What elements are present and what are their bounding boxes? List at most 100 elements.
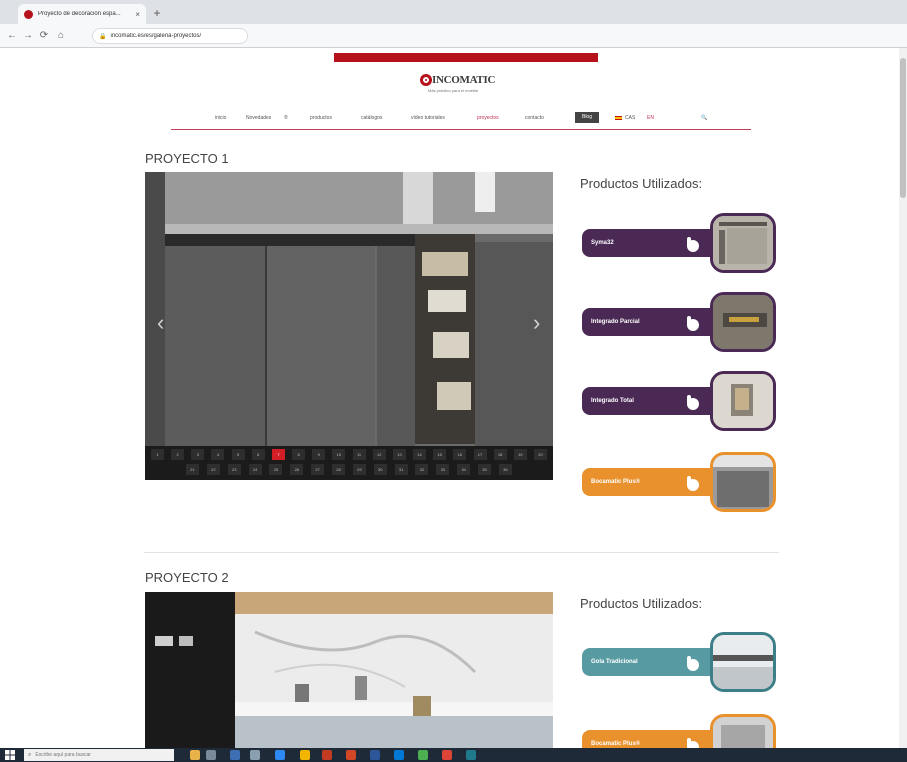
nav-novedades-badge: ®	[284, 115, 288, 121]
nav-blog-button[interactable]: Blog	[575, 112, 599, 123]
slider-thumbnail[interactable]: 31	[394, 464, 408, 475]
nav-language-cas-label: CAS	[625, 115, 636, 121]
slider-thumbnail[interactable]: 17	[473, 449, 487, 460]
slider-thumbnail[interactable]: 35	[478, 464, 492, 475]
taskbar-app-icon[interactable]	[346, 750, 356, 760]
project-1-title: PROYECTO 1	[145, 151, 229, 166]
slider-thumbnail[interactable]: 34	[457, 464, 471, 475]
pointer-hand-icon	[687, 395, 699, 410]
slider-thumbnail[interactable]: 5	[231, 449, 245, 460]
logo-ring-icon	[420, 74, 432, 86]
project-1-slider[interactable]: ‹ › 1 2 3 4 5 6 7 8 9 10 11 12 13 14 15 16 17 18 19 20 21 22…	[145, 172, 553, 480]
taskbar-app-icon[interactable]	[206, 750, 216, 760]
taskbar-app-icon[interactable]	[466, 750, 476, 760]
new-tab-button[interactable]: +	[150, 6, 164, 20]
word-icon[interactable]	[370, 750, 380, 760]
nav-catalogos[interactable]: catálogos	[361, 115, 382, 121]
slider-thumbnail[interactable]: 26	[290, 464, 304, 475]
slider-thumbnail[interactable]: 12	[372, 449, 386, 460]
back-arrow-icon[interactable]: ←	[6, 29, 18, 43]
taskbar-search-input[interactable]	[35, 752, 156, 758]
slider-thumbnail[interactable]: 21	[186, 464, 199, 475]
scrollbar-thumb[interactable]	[900, 58, 906, 198]
home-icon[interactable]: ⌂	[55, 29, 67, 43]
taskbar-app-icon[interactable]	[190, 750, 200, 760]
slider-thumbnail[interactable]: 3	[191, 449, 205, 460]
slider-thumbnail[interactable]: 6	[251, 449, 265, 460]
slider-thumbnail[interactable]: 25	[269, 464, 283, 475]
logo-tagline: Más práctico para el mueble	[428, 88, 479, 93]
thumbnail-row-2: 21 22 23 24 25 26 27 28 29 30 31 32 33 34 35 36	[151, 464, 547, 476]
slider-thumbnail[interactable]: 4	[211, 449, 225, 460]
main-navigation: inicio Novedades ® productos catálogos v…	[171, 110, 751, 130]
flag-es-icon	[615, 115, 622, 120]
favicon-icon	[24, 9, 33, 19]
nav-language-cas[interactable]: CAS	[615, 115, 635, 121]
pointer-hand-icon	[687, 476, 699, 491]
slider-thumbnail[interactable]: 8	[292, 449, 306, 460]
browser-tab[interactable]: Proyecto de decoración espa... ×	[18, 4, 146, 24]
search-icon[interactable]: 🔍	[701, 115, 707, 121]
slider-thumbnail[interactable]: 24	[248, 464, 262, 475]
project-2-products-heading: Productos Utilizados:	[580, 596, 703, 611]
slider-thumbnail[interactable]: 18	[493, 449, 507, 460]
slider-next-icon[interactable]: ›	[533, 310, 540, 336]
reload-icon[interactable]: ⟳	[38, 29, 50, 43]
forward-arrow-icon[interactable]: →	[22, 29, 34, 43]
taskbar-app-icon[interactable]	[230, 750, 240, 760]
nav-video-tutoriales[interactable]: vídeo tutoriales	[411, 115, 445, 121]
page-scrollbar[interactable]	[899, 48, 907, 748]
site-logo[interactable]: INCOMATIC Más práctico para el mueble	[420, 72, 510, 98]
product-card-gola-tradicional[interactable]: Gola Tradicional	[582, 632, 777, 698]
slider-thumbnail[interactable]: 22	[206, 464, 220, 475]
taskbar-app-icon[interactable]	[322, 750, 332, 760]
slider-prev-icon[interactable]: ‹	[157, 310, 164, 336]
slider-thumbnail[interactable]: 32	[415, 464, 429, 475]
slider-thumbnail[interactable]: 19	[513, 449, 527, 460]
browser-tabstrip: Proyecto de decoración espa... × +	[0, 0, 907, 24]
slider-thumbnail[interactable]: 9	[312, 449, 326, 460]
product-card-bocamatic-plus-2[interactable]: Bocamatic Plus®	[582, 714, 777, 748]
address-bar[interactable]: 🔒	[92, 28, 248, 44]
taskbar-app-icon[interactable]	[394, 750, 404, 760]
nav-productos[interactable]: productos	[310, 115, 332, 121]
slider-thumbnail[interactable]: 33	[436, 464, 450, 475]
slider-thumbnail[interactable]: 13	[392, 449, 406, 460]
url-input[interactable]	[110, 33, 241, 39]
slider-thumbnail[interactable]: 30	[373, 464, 387, 475]
taskbar-app-icon[interactable]	[250, 750, 260, 760]
slider-thumbnail[interactable]: 29	[352, 464, 366, 475]
nav-proyectos[interactable]: proyectos	[477, 115, 499, 121]
product-card-bocamatic-plus[interactable]: Bocamatic Plus®	[582, 452, 777, 518]
slider-thumbnail[interactable]: 15	[433, 449, 447, 460]
slider-thumbnail[interactable]: 10	[332, 449, 346, 460]
product-thumbnail	[710, 292, 776, 352]
close-tab-icon[interactable]: ×	[135, 10, 140, 19]
folder-icon[interactable]	[300, 750, 310, 760]
slider-thumbnail[interactable]: 7	[271, 449, 285, 460]
slider-thumbnail[interactable]: 27	[311, 464, 325, 475]
slider-thumbnail[interactable]: 23	[227, 464, 241, 475]
project-2-slider[interactable]	[145, 592, 553, 748]
nav-novedades[interactable]: Novedades	[246, 115, 271, 121]
slider-thumbnail[interactable]: 20	[533, 449, 547, 460]
slider-thumbnail[interactable]: 1	[151, 449, 164, 460]
slider-thumbnail[interactable]: 2	[171, 449, 185, 460]
slider-thumbnail[interactable]: 11	[352, 449, 366, 460]
taskbar-app-icon[interactable]	[442, 750, 452, 760]
chrome-icon[interactable]	[418, 750, 428, 760]
pointer-hand-icon	[687, 738, 699, 748]
slider-thumbnail[interactable]: 14	[413, 449, 427, 460]
nav-contacto[interactable]: contacto	[525, 115, 544, 121]
slider-thumbnail[interactable]: 36	[498, 464, 512, 475]
nav-language-en[interactable]: EN	[647, 115, 654, 121]
product-card-syma32[interactable]: Syma32	[582, 213, 777, 279]
windows-start-icon[interactable]	[5, 750, 15, 760]
edge-icon[interactable]	[275, 750, 285, 760]
slider-thumbnail[interactable]: 16	[453, 449, 467, 460]
nav-inicio[interactable]: inicio	[215, 115, 226, 121]
slider-thumbnail[interactable]: 28	[332, 464, 346, 475]
taskbar-search[interactable]: ⌕	[24, 749, 174, 761]
product-card-integrado-total[interactable]: Integrado Total	[582, 371, 777, 437]
product-card-integrado-parcial[interactable]: Integrado Parcial	[582, 292, 777, 358]
